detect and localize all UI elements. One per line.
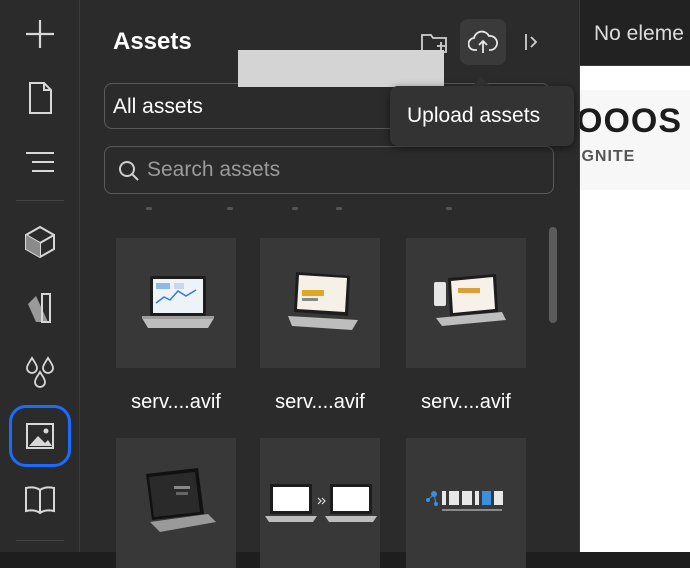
- asset-name: serv....avif: [421, 391, 511, 413]
- panel-scrollbar[interactable]: [549, 227, 557, 323]
- asset-name: serv....avif: [131, 391, 221, 413]
- search-icon: [119, 161, 139, 181]
- variables-button[interactable]: [12, 344, 68, 400]
- asset-thumbnail[interactable]: [406, 438, 526, 568]
- variables-drops-icon: [26, 356, 54, 388]
- asset-thumbnail[interactable]: [406, 238, 526, 368]
- plus-icon: [26, 20, 54, 48]
- asset-thumbnail[interactable]: [260, 238, 380, 368]
- selection-status: No eleme: [594, 22, 684, 45]
- brand-logo-text: OOOS: [580, 102, 683, 140]
- assets-button[interactable]: [9, 405, 71, 467]
- tooltip-arrow: [472, 77, 490, 86]
- canvas-brand-block: OOOS IGNITE: [580, 90, 690, 190]
- cms-button[interactable]: [12, 472, 68, 528]
- tooltip-text: Upload assets: [407, 104, 541, 127]
- scroll-hint: [446, 207, 452, 210]
- scroll-hint: [336, 207, 342, 210]
- asset-thumbnail[interactable]: [116, 438, 236, 568]
- asset-thumbnail[interactable]: [260, 438, 380, 568]
- cloud-upload-icon: [468, 30, 498, 53]
- add-button[interactable]: [12, 6, 68, 62]
- panel-collapse-icon: [525, 34, 538, 50]
- asset-thumbnail[interactable]: [116, 238, 236, 368]
- scroll-hint: [292, 207, 298, 210]
- navigator-button[interactable]: [12, 134, 68, 190]
- selection-bar: No eleme: [580, 0, 690, 66]
- rail-divider: [16, 540, 64, 541]
- redaction-block: [238, 50, 444, 87]
- assets-image-icon: [26, 423, 54, 449]
- cms-book-icon: [25, 486, 55, 515]
- laptop-phone-image: [434, 274, 506, 326]
- laptop-dark-image: [146, 468, 216, 532]
- left-toolbar: [0, 0, 80, 552]
- asset-name: serv....avif: [275, 391, 365, 413]
- styles-button[interactable]: [12, 280, 68, 336]
- brand-subtitle: IGNITE: [580, 148, 636, 165]
- components-cube-icon: [25, 225, 55, 259]
- search-input[interactable]: [147, 155, 537, 185]
- collapse-panel-button[interactable]: [510, 20, 554, 64]
- navigator-icon: [26, 152, 54, 172]
- upload-tooltip: Upload assets: [390, 86, 574, 146]
- components-button[interactable]: [12, 214, 68, 270]
- pages-button[interactable]: [12, 70, 68, 126]
- search-assets-field[interactable]: [104, 146, 554, 194]
- rail-divider: [16, 200, 64, 201]
- panel-title: Assets: [113, 28, 192, 55]
- laptop-dashboard-image: [142, 276, 214, 328]
- upload-assets-button[interactable]: [460, 19, 506, 65]
- ignite-logo-image: [426, 491, 503, 511]
- laptop-boost-image: [288, 272, 358, 330]
- laptop-pair-image: [265, 484, 377, 522]
- page-icon: [29, 82, 52, 114]
- styles-icon: [28, 293, 51, 323]
- asset-filter-value: All assets: [113, 95, 203, 118]
- scroll-hint: [146, 207, 152, 210]
- scroll-hint: [227, 207, 233, 210]
